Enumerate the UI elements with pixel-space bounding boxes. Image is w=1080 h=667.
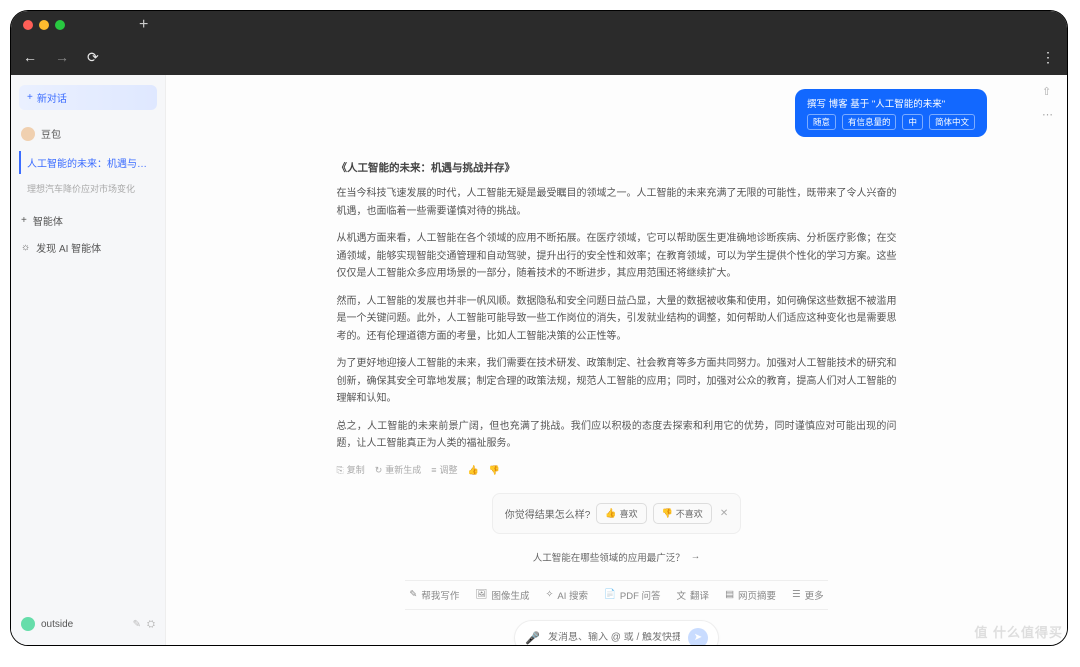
thumbs-up-icon[interactable]: 👍 [468, 463, 479, 479]
thread-active[interactable]: 人工智能的未来：机遇与挑… [19, 151, 157, 174]
like-button[interactable]: 👍 喜欢 [596, 503, 646, 524]
browser-menu-icon[interactable]: ⋮ [1041, 49, 1055, 66]
more-icon[interactable]: ⋯ [1042, 108, 1053, 121]
copy-button[interactable]: ⎘ 复制 [337, 463, 365, 479]
adjust-button[interactable]: ≡ 调整 [431, 463, 457, 479]
sidebar: +新对话 豆包 人工智能的未来：机遇与挑… 理想汽车降价应对市场变化 +智能体 … [11, 75, 166, 645]
send-button[interactable]: ➤ [688, 628, 708, 646]
prompt-tag: 随意 [807, 114, 836, 130]
main-area: ⇧ ⋯ 撰写 博客 基于 "人工智能的未来" 随意 有信息量的 中 简体中文 《… [166, 75, 1067, 645]
article-paragraph: 在当今科技飞速发展的时代，人工智能无疑是最受瞩目的领域之一。人工智能的未来充满了… [337, 185, 897, 220]
new-chat-button[interactable]: + 新对话 [19, 85, 157, 110]
sidebar-label: 智能体 [33, 213, 63, 228]
new-tab-button[interactable]: + [139, 16, 148, 34]
sidebar-item-discover[interactable]: ☼ 发现 AI 智能体 [19, 234, 157, 261]
settings-icon[interactable]: ⛭ [147, 619, 155, 630]
nav-forward-icon[interactable]: → [55, 49, 69, 65]
prompt-tag: 有信息量的 [842, 114, 897, 130]
thread-item[interactable]: 理想汽车降价应对市场变化 [19, 178, 157, 199]
bot-avatar [21, 127, 35, 141]
article-paragraph: 从机遇方面来看，人工智能在各个领域的应用不断拓展。在医疗领域，它可以帮助医生更准… [337, 230, 897, 283]
window-close-dot[interactable] [23, 20, 33, 30]
tool-more[interactable]: ☰ 更多 [792, 588, 824, 602]
feedback-bar: 你觉得结果怎么样? 👍 喜欢 👎 不喜欢 ✕ [492, 493, 741, 534]
new-chat-label: 新对话 [37, 90, 67, 105]
close-icon[interactable]: ✕ [720, 508, 728, 519]
quick-toolbar: ✎ 帮我写作 🖼 图像生成 ✧ AI 搜索 📄 PDF 问答 文 翻译 ▤ 网页… [405, 580, 827, 610]
suggestion-text: 人工智能在哪些领域的应用最广泛？ [533, 550, 685, 564]
user-prompt-card: 撰写 博客 基于 "人工智能的未来" 随意 有信息量的 中 简体中文 [795, 89, 987, 137]
thumbs-down-icon[interactable]: 👎 [489, 463, 500, 479]
browser-chrome: + ← → ⟳ ⋮ [11, 11, 1067, 75]
message-input-row: 🎤 ➤ [514, 620, 719, 646]
tool-write[interactable]: ✎ 帮我写作 [409, 588, 459, 602]
plus-icon: + [27, 92, 33, 103]
feedback-question: 你觉得结果怎么样? [505, 506, 591, 521]
article-body: 《人工智能的未来：机遇与挑战并存》 在当今科技飞速发展的时代，人工智能无疑是最受… [337, 159, 897, 479]
article-paragraph: 总之，人工智能的未来前景广阔，但也充满了挑战。我们应以积极的态度去探索和利用它的… [337, 418, 897, 453]
watermark: 值 什么值得买 [974, 622, 1063, 641]
nav-reload-icon[interactable]: ⟳ [87, 49, 99, 66]
mic-icon[interactable]: 🎤 [525, 631, 540, 645]
sidebar-item-agent[interactable]: + 智能体 [19, 207, 157, 234]
article-title: 《人工智能的未来：机遇与挑战并存》 [337, 159, 897, 177]
edit-icon[interactable]: ✎ [133, 619, 141, 630]
article-paragraph: 然而，人工智能的发展也并非一帆风顺。数据隐私和安全问题日益凸显，大量的数据被收集… [337, 293, 897, 346]
sidebar-footer[interactable]: outside ✎ ⛭ [19, 613, 157, 635]
bot-row[interactable]: 豆包 [19, 122, 157, 145]
user-name: outside [41, 619, 73, 630]
plus-small-icon: + [21, 215, 27, 226]
sidebar-label: 发现 AI 智能体 [36, 240, 101, 255]
nav-back-icon[interactable]: ← [23, 49, 37, 65]
share-icon[interactable]: ⇧ [1042, 85, 1053, 98]
message-input[interactable] [548, 632, 680, 643]
compass-icon: ☼ [21, 242, 30, 253]
window-min-dot[interactable] [39, 20, 49, 30]
tool-search[interactable]: ✧ AI 搜索 [545, 588, 588, 602]
prompt-tag: 简体中文 [929, 114, 975, 130]
tool-image[interactable]: 🖼 图像生成 [475, 588, 529, 602]
tool-summary[interactable]: ▤ 网页摘要 [725, 588, 776, 602]
prompt-tag: 中 [902, 114, 923, 130]
prompt-text: 撰写 博客 基于 "人工智能的未来" [807, 96, 975, 110]
tool-pdf[interactable]: 📄 PDF 问答 [604, 588, 660, 602]
suggestion-chip[interactable]: 人工智能在哪些领域的应用最广泛？ → [531, 544, 703, 570]
arrow-right-icon: → [691, 551, 701, 562]
dislike-button[interactable]: 👎 不喜欢 [653, 503, 712, 524]
user-avatar [21, 617, 35, 631]
tool-translate[interactable]: 文 翻译 [677, 588, 710, 602]
window-max-dot[interactable] [55, 20, 65, 30]
article-paragraph: 为了更好地迎接人工智能的未来，我们需要在技术研发、政策制定、社会教育等多方面共同… [337, 355, 897, 408]
bot-name: 豆包 [41, 126, 61, 141]
regenerate-button[interactable]: ↻ 重新生成 [375, 463, 422, 479]
